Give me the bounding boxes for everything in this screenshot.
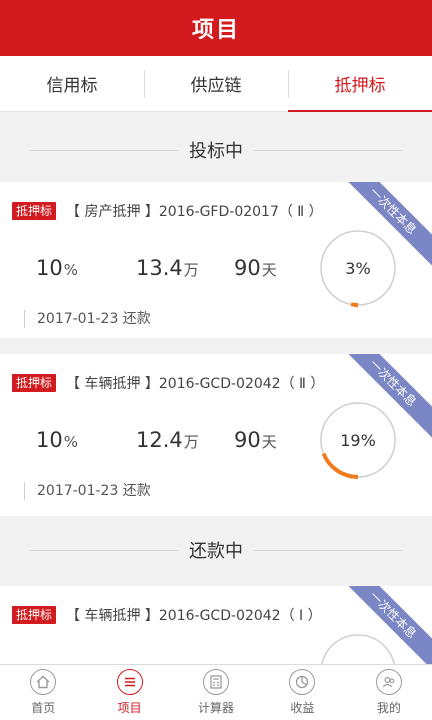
loan-card[interactable]: 抵押标 【 房产抵押 】2016-GFD-02017（ Ⅱ ） 一次性本息 10… xyxy=(0,182,432,338)
section-title: 投标中 xyxy=(189,141,243,162)
home-icon xyxy=(30,669,57,695)
amount-unit: 万 xyxy=(183,433,199,451)
rate-value: 10 xyxy=(36,256,63,280)
nav-label: 我的 xyxy=(376,701,401,715)
term-value: 90 xyxy=(234,428,261,452)
nav-home[interactable]: 首页 xyxy=(0,665,86,720)
rate-unit: % xyxy=(63,261,78,279)
interest-rate: 10% xyxy=(36,428,78,452)
progress-ring: 19% xyxy=(318,400,398,480)
nav-label: 计算器 xyxy=(198,701,235,715)
page-title: 项目 xyxy=(191,18,240,43)
progress-percent: 3% xyxy=(345,258,371,278)
term-unit: 天 xyxy=(261,261,277,279)
section-title: 还款中 xyxy=(189,541,243,562)
loan-name: 【 车辆抵押 】2016-GCD-02042（ Ⅰ ） xyxy=(66,608,322,624)
bottom-nav: 首页 项目 计算器 收益 我的 xyxy=(0,664,432,720)
loan-card[interactable]: 抵押标 【 车辆抵押 】2016-GCD-02042（ Ⅰ ） 一次性本息 xyxy=(0,586,432,664)
loan-type-badge: 抵押标 xyxy=(12,606,57,624)
rate-value: 10 xyxy=(36,428,63,452)
loan-term: 90天 xyxy=(234,256,277,280)
repayment-date: 2017-01-23 还款 xyxy=(24,310,151,328)
app-header: 项目 xyxy=(0,0,432,56)
tab-credit[interactable]: 信用标 xyxy=(0,56,144,111)
amount-unit: 万 xyxy=(183,261,199,279)
divider xyxy=(254,550,402,551)
interest-rate: 10% xyxy=(36,256,78,280)
loan-name: 【 车辆抵押 】2016-GCD-02042（ Ⅱ ） xyxy=(66,376,325,392)
nav-label: 收益 xyxy=(290,701,315,715)
nav-label: 项目 xyxy=(117,701,142,715)
loan-card[interactable]: 抵押标 【 车辆抵押 】2016-GCD-02042（ Ⅱ ） 一次性本息 10… xyxy=(0,354,432,516)
progress-ring xyxy=(318,632,398,664)
loan-term: 90天 xyxy=(234,428,277,452)
loan-amount: 13.4万 xyxy=(136,256,199,280)
divider xyxy=(254,150,402,151)
list-icon xyxy=(116,669,143,695)
section-header-repaying: 还款中 xyxy=(0,518,432,582)
progress-percent: 19% xyxy=(340,430,376,450)
loan-amount: 12.4万 xyxy=(136,428,199,452)
loan-name: 【 房产抵押 】2016-GFD-02017（ Ⅱ ） xyxy=(66,204,323,220)
category-tabs: 信用标 供应链 抵押标 xyxy=(0,56,432,112)
tab-supply-chain[interactable]: 供应链 xyxy=(144,56,288,111)
progress-ring: 3% xyxy=(318,228,398,308)
nav-calculator[interactable]: 计算器 xyxy=(173,665,259,720)
loan-type-badge: 抵押标 xyxy=(12,374,57,392)
nav-projects[interactable]: 项目 xyxy=(86,665,172,720)
loan-type-badge: 抵押标 xyxy=(12,202,57,220)
nav-earnings[interactable]: 收益 xyxy=(259,665,345,720)
user-icon xyxy=(375,669,402,695)
nav-profile[interactable]: 我的 xyxy=(346,665,432,720)
term-value: 90 xyxy=(234,256,261,280)
calculator-icon xyxy=(203,669,230,695)
tab-mortgage[interactable]: 抵押标 xyxy=(288,56,432,112)
divider xyxy=(30,150,178,151)
nav-label: 首页 xyxy=(31,701,56,715)
section-header-bidding: 投标中 xyxy=(0,118,432,182)
divider xyxy=(30,550,178,551)
term-unit: 天 xyxy=(261,433,277,451)
amount-value: 13.4 xyxy=(136,256,183,280)
repayment-date: 2017-01-23 还款 xyxy=(24,482,151,500)
amount-value: 12.4 xyxy=(136,428,183,452)
rate-unit: % xyxy=(63,433,78,451)
pie-chart-icon xyxy=(289,669,316,695)
